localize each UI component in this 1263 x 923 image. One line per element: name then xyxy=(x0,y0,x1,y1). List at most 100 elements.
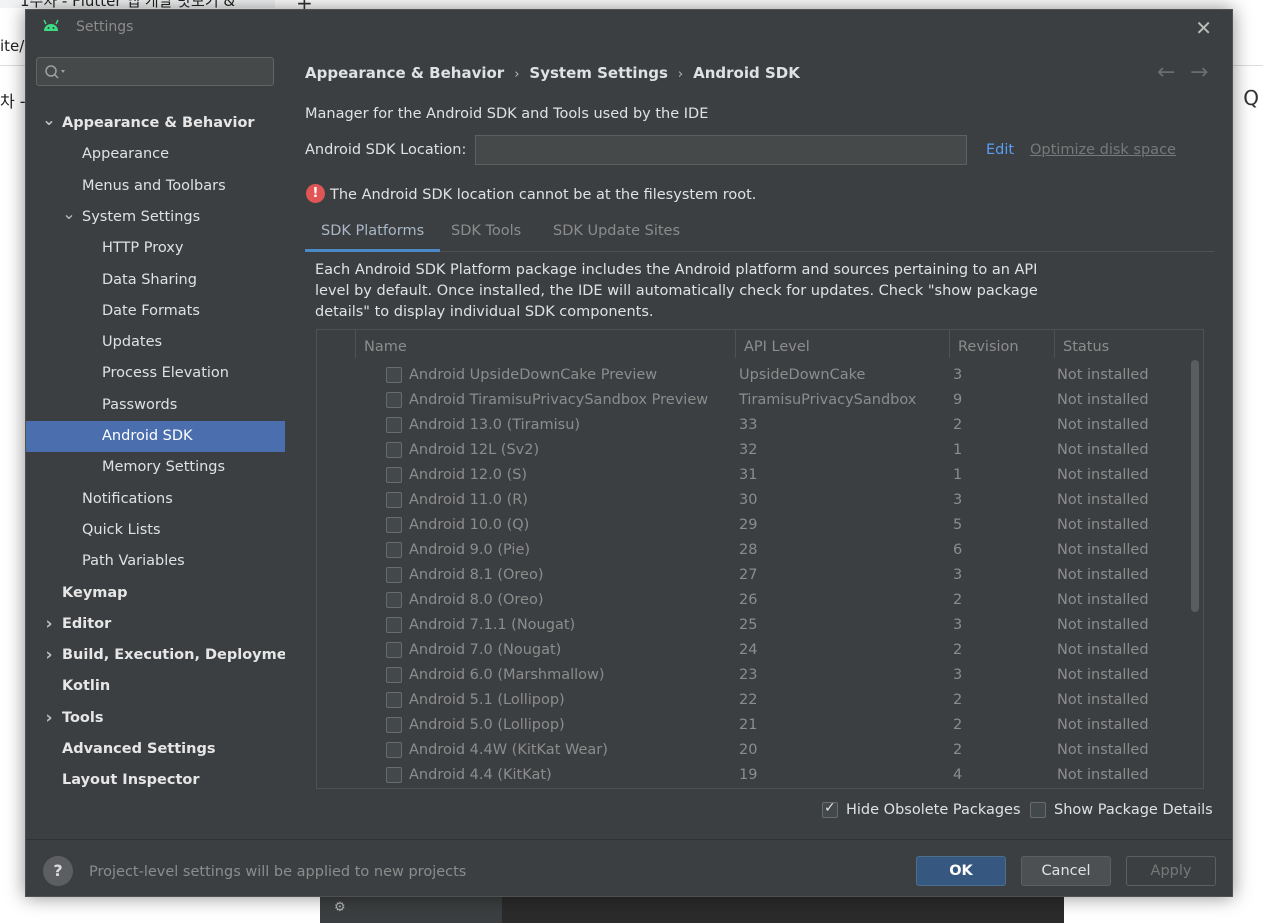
chevron-right-icon[interactable]: › xyxy=(42,609,56,640)
table-row[interactable]: Android 12.0 (S) 31 1 Not installed xyxy=(317,463,1193,488)
show-details-option[interactable]: Show Package Details xyxy=(1030,802,1213,818)
sidebar-item[interactable]: Passwords xyxy=(26,390,285,421)
ok-button[interactable]: OK xyxy=(916,856,1006,886)
optimize-disk-space-link[interactable]: Optimize disk space xyxy=(1030,142,1176,158)
apply-button[interactable]: Apply xyxy=(1126,856,1216,886)
cell-api: 28 xyxy=(739,542,758,558)
cancel-button[interactable]: Cancel xyxy=(1021,856,1111,886)
cell-api: 23 xyxy=(739,667,758,683)
sidebar-item-label: Android SDK xyxy=(102,428,193,444)
table-row[interactable]: Android 5.0 (Lollipop) 21 2 Not installed xyxy=(317,713,1193,738)
browser-tab[interactable]: 1주차 - Flutter 앱 개발 맛보기 & xyxy=(0,0,275,8)
sidebar-item[interactable]: Layout Inspector xyxy=(26,765,285,796)
column-header-status[interactable]: Status xyxy=(1054,330,1193,358)
show-details-checkbox[interactable] xyxy=(1030,802,1046,818)
tab-sdk-update-sites[interactable]: SDK Update Sites xyxy=(537,210,696,252)
table-row[interactable]: Android 7.0 (Nougat) 24 2 Not installed xyxy=(317,638,1193,663)
chevron-down-icon[interactable]: ⌄ xyxy=(62,198,76,229)
breadcrumb-item-android-sdk: Android SDK xyxy=(693,64,800,82)
table-row[interactable]: Android TiramisuPrivacySandbox Preview Ti… xyxy=(317,388,1193,413)
table-row[interactable]: Android 7.1.1 (Nougat) 25 3 Not installed xyxy=(317,613,1193,638)
hide-obsolete-option[interactable]: Hide Obsolete Packages xyxy=(822,800,1021,818)
table-row[interactable]: Android 9.0 (Pie) 28 6 Not installed xyxy=(317,538,1193,563)
column-header-api-level[interactable]: API Level xyxy=(735,330,949,358)
table-row[interactable]: Android 4.4W (KitKat Wear) 20 2 Not install… xyxy=(317,738,1193,763)
column-header-name[interactable]: Name xyxy=(355,330,735,358)
sidebar-item[interactable]: › Editor xyxy=(26,609,285,640)
chevron-right-icon[interactable]: › xyxy=(42,640,56,671)
table-row[interactable]: Android 8.0 (Oreo) 26 2 Not installed xyxy=(317,588,1193,613)
table-row[interactable]: Android 12L (Sv2) 32 1 Not installed xyxy=(317,438,1193,463)
tab-sdk-platforms[interactable]: SDK Platforms xyxy=(305,210,441,252)
table-row[interactable]: Android 11.0 (R) 30 3 Not installed xyxy=(317,488,1193,513)
sidebar-item[interactable]: ⌄ System Settings xyxy=(26,202,285,233)
row-checkbox[interactable] xyxy=(386,692,402,708)
row-checkbox[interactable] xyxy=(386,517,402,533)
row-checkbox[interactable] xyxy=(386,367,402,383)
row-checkbox[interactable] xyxy=(386,617,402,633)
row-checkbox[interactable] xyxy=(386,742,402,758)
sidebar-item[interactable]: Keymap xyxy=(26,578,285,609)
sdk-location-label: Android SDK Location: xyxy=(305,142,467,158)
cell-revision: 9 xyxy=(953,392,963,408)
table-row[interactable]: Android 10.0 (Q) 29 5 Not installed xyxy=(317,513,1193,538)
sidebar-item[interactable]: Date Formats xyxy=(26,296,285,327)
sidebar-item[interactable]: Kotlin xyxy=(26,671,285,702)
sdk-location-input[interactable] xyxy=(475,135,967,165)
sidebar-item[interactable]: Updates xyxy=(26,327,285,358)
settings-search-input[interactable] xyxy=(71,62,269,82)
help-icon[interactable]: ? xyxy=(43,856,73,886)
row-checkbox[interactable] xyxy=(386,767,402,783)
sidebar-item[interactable]: Process Elevation xyxy=(26,358,285,389)
sidebar-item[interactable]: Data Sharing xyxy=(26,265,285,296)
sidebar-item[interactable]: HTTP Proxy xyxy=(26,233,285,264)
sidebar-item[interactable]: Memory Settings xyxy=(26,452,285,483)
chevron-right-icon[interactable]: › xyxy=(42,703,56,734)
sdk-tabs: SDK Platforms SDK Tools SDK Update Sites xyxy=(305,210,1214,252)
row-checkbox[interactable] xyxy=(386,567,402,583)
page-description: Manager for the Android SDK and Tools us… xyxy=(305,106,709,122)
row-checkbox[interactable] xyxy=(386,442,402,458)
breadcrumb-item-system-settings[interactable]: System Settings xyxy=(529,64,668,82)
sidebar-item[interactable]: Appearance xyxy=(26,139,285,170)
table-row[interactable]: Android 4.4 (KitKat) 19 4 Not installed xyxy=(317,763,1193,788)
row-checkbox[interactable] xyxy=(386,592,402,608)
sidebar-item[interactable]: › Tools xyxy=(26,703,285,734)
cell-status: Not installed xyxy=(1057,767,1149,783)
row-checkbox[interactable] xyxy=(386,492,402,508)
back-arrow-icon[interactable]: ← xyxy=(1157,60,1175,85)
table-row[interactable]: Android 5.1 (Lollipop) 22 2 Not installed xyxy=(317,688,1193,713)
row-checkbox[interactable] xyxy=(386,542,402,558)
settings-search[interactable] xyxy=(36,57,274,86)
sidebar-item[interactable]: ⌄ Appearance & Behavior xyxy=(26,108,285,139)
page-search-icon[interactable]: Q xyxy=(1243,86,1259,110)
hide-obsolete-checkbox[interactable] xyxy=(822,800,838,818)
table-row[interactable]: Android 8.1 (Oreo) 27 3 Not installed xyxy=(317,563,1193,588)
forward-arrow-icon[interactable]: → xyxy=(1190,60,1208,85)
chevron-down-icon[interactable]: ⌄ xyxy=(42,104,56,135)
row-checkbox[interactable] xyxy=(386,392,402,408)
row-checkbox[interactable] xyxy=(386,467,402,483)
table-row[interactable]: Android 6.0 (Marshmallow) 23 3 Not installe… xyxy=(317,663,1193,688)
table-header: Name API Level Revision Status xyxy=(317,330,1193,358)
row-checkbox[interactable] xyxy=(386,417,402,433)
breadcrumb-item-appearance-behavior[interactable]: Appearance & Behavior xyxy=(305,64,504,82)
table-row[interactable]: Android 13.0 (Tiramisu) 33 2 Not installed xyxy=(317,413,1193,438)
row-checkbox[interactable] xyxy=(386,642,402,658)
row-checkbox[interactable] xyxy=(386,717,402,733)
sidebar-item[interactable]: Advanced Settings xyxy=(26,734,285,765)
table-scrollbar[interactable] xyxy=(1191,360,1199,612)
sidebar-item[interactable]: Quick Lists xyxy=(26,515,285,546)
edit-link[interactable]: Edit xyxy=(986,142,1014,158)
column-header-revision[interactable]: Revision xyxy=(949,330,1054,358)
sidebar-item[interactable]: Path Variables xyxy=(26,546,285,577)
sdk-platforms-table: Name API Level Revision Status Android U… xyxy=(316,329,1204,789)
close-icon[interactable]: ✕ xyxy=(1195,16,1212,40)
sidebar-item[interactable]: › Build, Execution, Deployment xyxy=(26,640,303,671)
tab-sdk-tools[interactable]: SDK Tools xyxy=(435,210,537,252)
row-checkbox[interactable] xyxy=(386,667,402,683)
cell-revision: 1 xyxy=(953,442,963,458)
table-row[interactable]: Android UpsideDownCake Preview UpsideDown… xyxy=(317,363,1193,388)
sidebar-item[interactable]: Android SDK xyxy=(26,421,285,452)
sidebar-item[interactable]: Notifications xyxy=(26,484,285,515)
